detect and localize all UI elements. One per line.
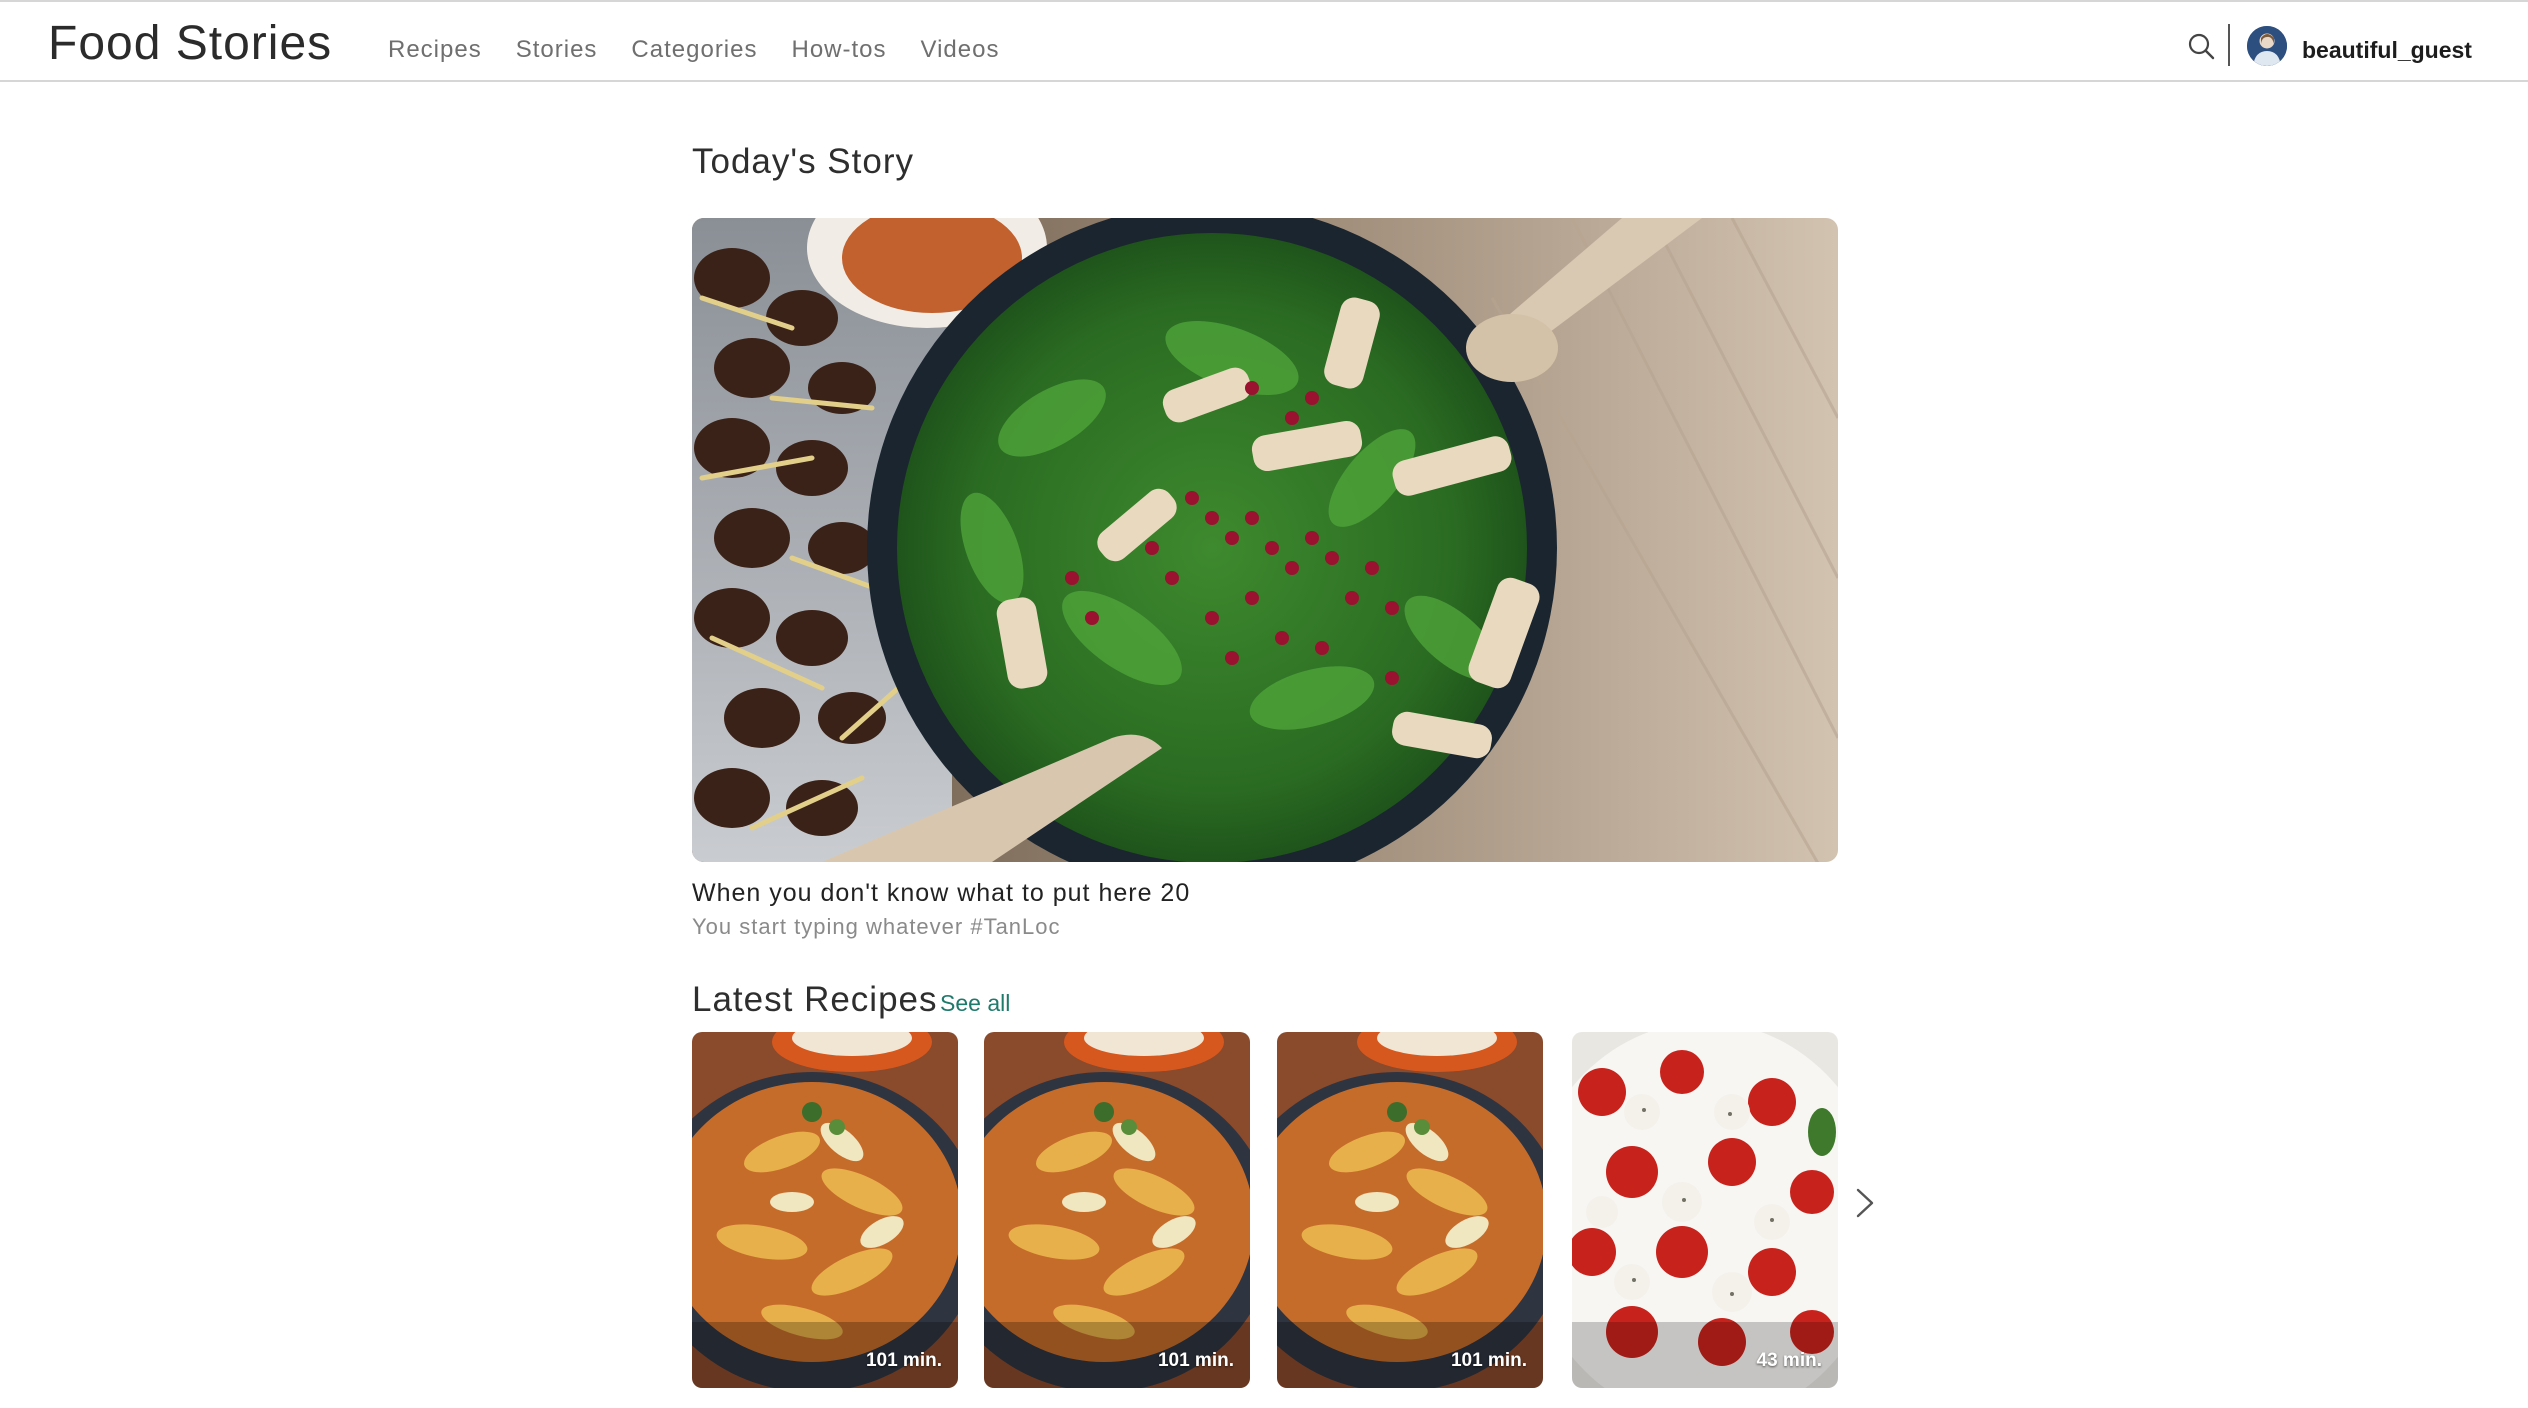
user-avatar-icon xyxy=(2247,26,2287,66)
recipe-image xyxy=(692,1032,958,1388)
nav-stories[interactable]: Stories xyxy=(516,28,598,72)
username-label[interactable]: beautiful_guest xyxy=(2302,28,2472,72)
recipe-image xyxy=(984,1032,1250,1388)
brand-logo[interactable]: Food Stories xyxy=(48,12,332,76)
main-nav: Recipes Stories Categories How-tos Video… xyxy=(388,28,1033,72)
nav-recipes[interactable]: Recipes xyxy=(388,28,482,72)
nav-how-tos[interactable]: How-tos xyxy=(791,28,886,72)
chevron-right-icon xyxy=(1856,1188,1874,1218)
nav-videos[interactable]: Videos xyxy=(921,28,1000,72)
search-button[interactable] xyxy=(2186,31,2218,63)
story-subtitle: You start typing whatever #TanLoc xyxy=(692,914,1061,939)
recipe-time: 43 min. xyxy=(1756,1350,1822,1371)
recipe-card[interactable]: 101 min. xyxy=(692,1032,958,1388)
recipe-image xyxy=(1277,1032,1543,1388)
todays-story-heading: Today's Story xyxy=(692,142,914,181)
recipe-time: 101 min. xyxy=(865,1350,942,1371)
story-title[interactable]: When you don't know what to put here 20 xyxy=(692,876,1190,910)
recipe-time: 101 min. xyxy=(1157,1350,1234,1371)
recipe-card[interactable]: 101 min. xyxy=(984,1032,1250,1388)
recipe-card[interactable]: 101 min. xyxy=(1277,1032,1543,1388)
recipe-card[interactable]: 43 min. xyxy=(1572,1032,1838,1388)
todays-story-image[interactable] xyxy=(692,218,1838,862)
nav-categories[interactable]: Categories xyxy=(631,28,757,72)
top-navbar: Food Stories Recipes Stories Categories … xyxy=(0,0,2528,82)
header-divider xyxy=(2228,24,2230,66)
search-icon xyxy=(2188,33,2215,60)
see-all-link[interactable]: See all xyxy=(940,986,1010,1020)
latest-recipes-heading: Latest Recipes xyxy=(692,980,938,1019)
avatar[interactable] xyxy=(2247,26,2287,66)
carousel-next-button[interactable] xyxy=(1852,1186,1878,1220)
recipe-time: 101 min. xyxy=(1450,1350,1527,1371)
recipe-image xyxy=(1572,1032,1838,1388)
